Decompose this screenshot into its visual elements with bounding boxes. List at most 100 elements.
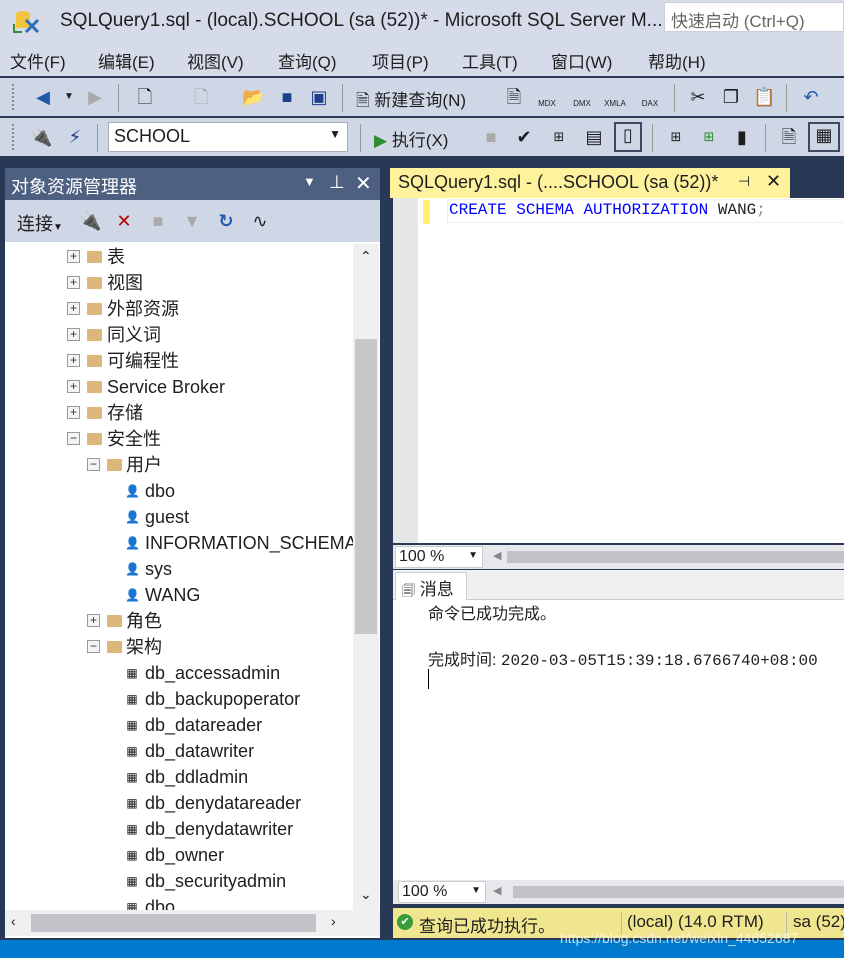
pin-icon[interactable]: ⊥	[329, 172, 345, 193]
close-icon[interactable]: ✕	[355, 171, 372, 196]
tree-node[interactable]: 👤 guest	[5, 504, 353, 530]
back-icon[interactable]: ◀	[32, 86, 54, 108]
menu-help[interactable]: 帮助(H)	[648, 48, 706, 73]
tab-messages[interactable]: 🗐 消息	[395, 572, 467, 600]
cut-icon[interactable]: ✂	[687, 86, 709, 108]
collapse-icon[interactable]: −	[87, 458, 100, 471]
tree-node[interactable]: 👤 WANG	[5, 582, 353, 608]
display-estimated-plan-icon[interactable]: ⊞	[548, 126, 570, 148]
tree-node[interactable]: ▦ db_accessadmin	[5, 660, 353, 686]
xmla-query-button[interactable]: XMLA	[604, 86, 626, 108]
expand-icon[interactable]: +	[67, 250, 80, 263]
tab-sqlquery1[interactable]: SQLQuery1.sql - (....SCHOOL (sa (52))* ⊣…	[390, 168, 790, 198]
tree-node[interactable]: ▦ db_denydatareader	[5, 790, 353, 816]
tree-node[interactable]: + 表	[5, 244, 353, 270]
menu-project[interactable]: 项目(P)	[372, 48, 429, 73]
dropdown-arrow-icon[interactable]: ▼	[58, 86, 80, 108]
undo-icon[interactable]: ↶	[800, 86, 822, 108]
menu-view[interactable]: 视图(V)	[187, 48, 244, 73]
scroll-left-icon[interactable]: ◀	[493, 884, 501, 897]
menu-edit[interactable]: 编辑(E)	[98, 48, 155, 73]
save-icon[interactable]: ■	[276, 86, 298, 108]
tree-node[interactable]: + 外部资源	[5, 296, 353, 322]
scroll-left-icon[interactable]: ◀	[493, 549, 501, 562]
expand-icon[interactable]: +	[87, 614, 100, 627]
scroll-down-icon[interactable]: ⌄	[360, 886, 372, 903]
tree-node[interactable]: ▦ db_backupoperator	[5, 686, 353, 712]
save-all-icon[interactable]: ▣	[308, 86, 330, 108]
results-to-text-icon[interactable]: ▯	[614, 122, 642, 152]
scroll-left-icon[interactable]: ‹	[11, 913, 16, 929]
menu-file[interactable]: 文件(F)	[10, 48, 66, 73]
disconnect-icon[interactable]: ✕	[113, 210, 135, 232]
execute-button[interactable]: ▶ 执行(X)	[374, 126, 448, 151]
editor-zoom-select[interactable]: 100 % ▼	[395, 546, 483, 568]
results-horizontal-scrollbar[interactable]	[513, 886, 844, 898]
change-connection-icon[interactable]: ⚡	[64, 126, 86, 148]
tree-node[interactable]: + 可编程性	[5, 348, 353, 374]
connect-dropdown-button[interactable]: 连接▼	[17, 210, 63, 236]
activity-monitor-icon[interactable]: ∿	[249, 210, 271, 232]
tree-vertical-scrollbar[interactable]: ⌃ ⌄	[353, 244, 379, 910]
open-file-icon[interactable]: 📂	[242, 86, 264, 108]
include-actual-plan-icon[interactable]: ⊞	[665, 126, 687, 148]
dax-query-button[interactable]: DAX	[639, 86, 661, 108]
expand-icon[interactable]: +	[67, 354, 80, 367]
tree-node[interactable]: + 存储	[5, 400, 353, 426]
messages-pane[interactable]: 命令已成功完成。 完成时间: 2020-03-05T15:39:18.67667…	[393, 600, 844, 880]
expand-icon[interactable]: +	[67, 380, 80, 393]
menu-query[interactable]: 查询(Q)	[278, 48, 337, 73]
tree-node[interactable]: + 同义词	[5, 322, 353, 348]
tree-node[interactable]: − 架构	[5, 634, 353, 660]
tree-node[interactable]: ▦ db_securityadmin	[5, 868, 353, 894]
toolbar-grip[interactable]	[12, 84, 16, 110]
toolbar-grip[interactable]	[12, 124, 16, 150]
copy-icon[interactable]: ❐	[720, 86, 742, 108]
tree-horizontal-scrollbar[interactable]: ‹ ›	[5, 910, 380, 936]
tree-node[interactable]: + 角色	[5, 608, 353, 634]
expand-icon[interactable]: +	[67, 276, 80, 289]
new-query-button[interactable]: 🗎 新建查询(N)	[356, 86, 466, 117]
scroll-up-icon[interactable]: ⌃	[360, 248, 372, 265]
menu-window[interactable]: 窗口(W)	[551, 48, 612, 73]
tree-node[interactable]: + 视图	[5, 270, 353, 296]
paste-icon[interactable]: 📋	[753, 86, 775, 108]
expand-icon[interactable]: +	[67, 328, 80, 341]
tree-node[interactable]: 👤 dbo	[5, 478, 353, 504]
results-to-file-icon[interactable]: 🗎	[778, 126, 800, 148]
close-tab-icon[interactable]: ✕	[766, 171, 781, 192]
query-designer-icon[interactable]: ▤	[583, 126, 605, 148]
database-engine-query-icon[interactable]: 🗎	[503, 86, 525, 108]
results-to-grid-icon[interactable]: ▦	[808, 122, 840, 152]
tree-node[interactable]: + Service Broker	[5, 374, 353, 400]
quick-launch-input[interactable]: 快速启动 (Ctrl+Q)	[664, 2, 844, 32]
tree-node[interactable]: 👤 sys	[5, 556, 353, 582]
database-select[interactable]: SCHOOL ▼	[108, 122, 348, 152]
tree-node[interactable]: ▦ db_owner	[5, 842, 353, 868]
scroll-right-icon[interactable]: ›	[331, 913, 336, 929]
expand-icon[interactable]: +	[67, 406, 80, 419]
tree-node[interactable]: ▦ db_ddladmin	[5, 764, 353, 790]
pin-icon[interactable]: ⊣	[738, 173, 750, 190]
refresh-icon[interactable]: ↻	[215, 210, 237, 232]
scrollbar-thumb[interactable]	[355, 339, 377, 634]
window-position-dropdown-icon[interactable]: ▼	[303, 174, 316, 189]
client-statistics-icon[interactable]: ▮	[731, 126, 753, 148]
collapse-icon[interactable]: −	[87, 640, 100, 653]
mdx-query-button[interactable]: MDX	[536, 86, 558, 108]
connect-plug-icon[interactable]: 🔌	[79, 210, 101, 232]
dmx-query-button[interactable]: DMX	[571, 86, 593, 108]
results-zoom-select[interactable]: 100 % ▼	[398, 881, 486, 903]
menu-tools[interactable]: 工具(T)	[462, 48, 518, 73]
tree-node[interactable]: ▦ db_denydatawriter	[5, 816, 353, 842]
parse-checkmark-icon[interactable]: ✔	[513, 126, 535, 148]
sql-editor[interactable]: CREATE SCHEMA AUTHORIZATION WANG;	[393, 198, 844, 543]
tree-node[interactable]: − 安全性	[5, 426, 353, 452]
tree-node[interactable]: 👤 INFORMATION_SCHEMA	[5, 530, 353, 556]
live-query-stats-icon[interactable]: ⊞	[698, 126, 720, 148]
collapse-icon[interactable]: −	[67, 432, 80, 445]
new-project-icon[interactable]: 🗋	[134, 86, 156, 108]
scrollbar-thumb[interactable]	[31, 914, 316, 932]
tree-node[interactable]: ▦ dbo	[5, 894, 353, 910]
tree-node[interactable]: ▦ db_datareader	[5, 712, 353, 738]
